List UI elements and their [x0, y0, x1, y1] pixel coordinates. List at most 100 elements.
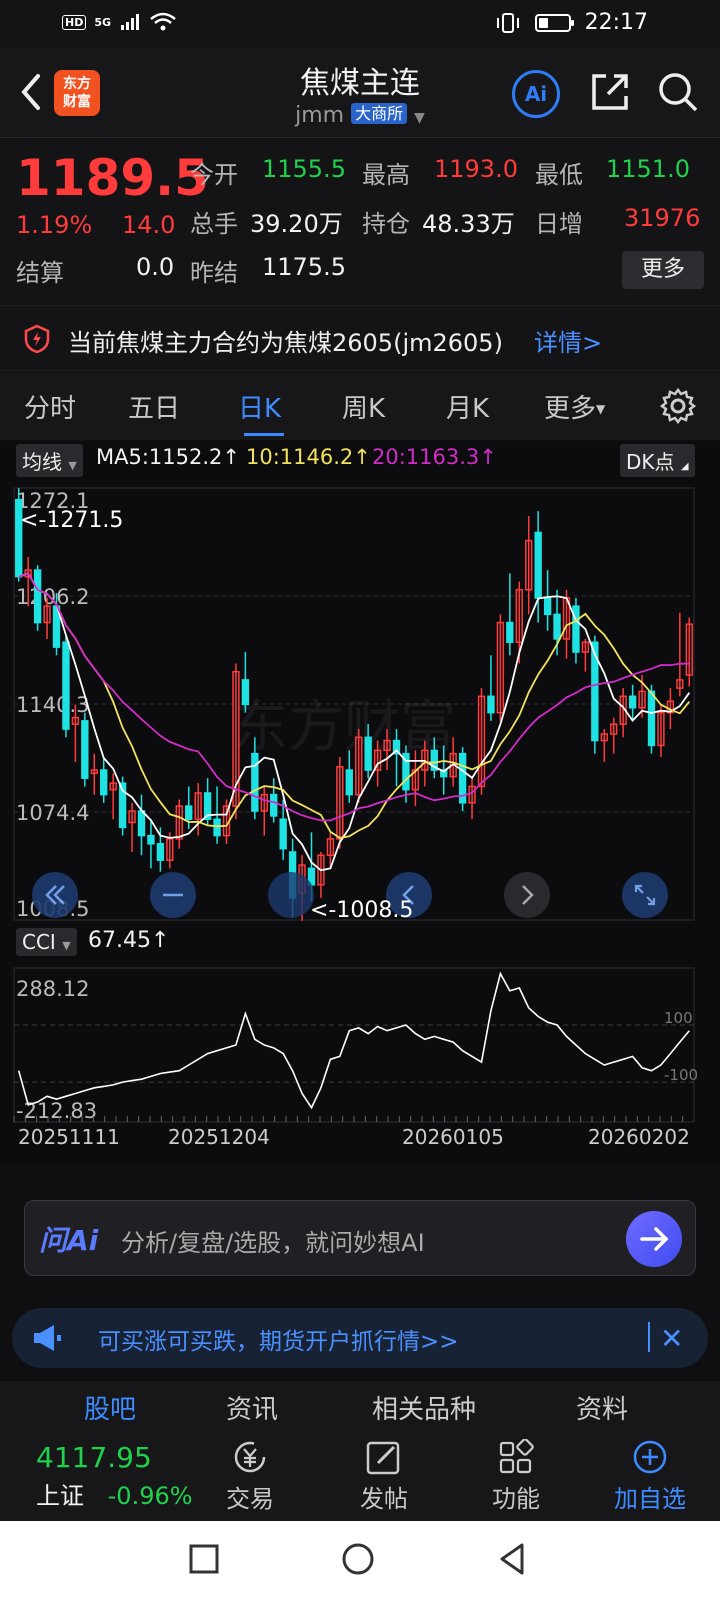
- open-interest-value: 48.33万: [422, 210, 515, 238]
- tab-five-day[interactable]: 五日: [128, 388, 180, 425]
- caret-down-icon: ▼: [62, 939, 71, 952]
- settle-label: 结算: [16, 259, 64, 287]
- tab-profile[interactable]: 资料: [576, 1389, 628, 1426]
- index-name: 上证: [36, 1482, 84, 1510]
- low-label: 最低: [535, 161, 583, 189]
- candle-body: [628, 695, 637, 709]
- y-axis-label: 1074.4: [16, 801, 89, 825]
- tab-more[interactable]: 更多▼: [544, 388, 605, 425]
- more-quote-button[interactable]: 更多: [622, 251, 704, 289]
- cci-selector[interactable]: CCI ▼: [16, 928, 77, 956]
- hd-indicator: HD: [62, 14, 87, 30]
- indicator-selector[interactable]: 均线 ▼: [16, 444, 83, 477]
- tab-intraday[interactable]: 分时: [24, 388, 76, 425]
- ai-assistant-icon[interactable]: Ai: [512, 70, 560, 118]
- ask-ai-submit-button[interactable]: [626, 1211, 682, 1267]
- arrow-right-icon: [640, 1227, 669, 1251]
- candle-body: [543, 597, 552, 616]
- add-watchlist-label: 加自选: [614, 1485, 686, 1513]
- index-ticker[interactable]: 4117.95 上证 -0.96%: [36, 1441, 193, 1511]
- candle-body: [185, 805, 193, 820]
- tab-monthly-k[interactable]: 月K: [446, 388, 489, 425]
- candle-body: [156, 843, 165, 861]
- ask-ai-bar[interactable]: 问Ai 分析/复盘/选股，就问妙想AI: [24, 1200, 696, 1276]
- main-contract-notice[interactable]: 当前焦煤主力合约为焦煤2605(jm2605) 详情>: [0, 305, 720, 371]
- cci-value: 67.45↑: [88, 928, 170, 953]
- candle-body: [100, 769, 108, 796]
- zoom-out-button[interactable]: [150, 872, 196, 918]
- ma10-value: 10:1146.2↑: [246, 445, 371, 469]
- change-percent: 1.19%: [16, 211, 93, 239]
- back-triangle-icon[interactable]: [494, 1541, 530, 1577]
- index-value: 4117.95: [36, 1441, 152, 1474]
- candle-body: [647, 690, 656, 747]
- candle-body: [364, 736, 372, 771]
- candle-body: [534, 531, 542, 599]
- candle-body: [487, 695, 495, 714]
- shield-alert-icon: [24, 324, 50, 354]
- trade-label: 交易: [226, 1485, 274, 1513]
- add-watchlist-button[interactable]: 加自选: [600, 1439, 700, 1514]
- y-axis-label: 1206.2: [16, 585, 89, 609]
- close-icon[interactable]: ✕: [660, 1322, 683, 1355]
- min-price-marker: <-1008.5: [310, 898, 414, 923]
- caret-down-icon: ▼: [596, 402, 606, 416]
- candle-body: [147, 834, 155, 845]
- recents-square-icon[interactable]: [186, 1541, 222, 1577]
- active-tab-indicator: [244, 433, 284, 436]
- dk-point-label: DK点: [626, 450, 675, 474]
- tab-news[interactable]: 资讯: [226, 1389, 278, 1426]
- tab-weekly-k[interactable]: 周K: [342, 388, 385, 425]
- high-value: 1193.0: [434, 155, 518, 183]
- cci-line: [17, 971, 690, 1110]
- tab-related[interactable]: 相关品种: [372, 1389, 476, 1426]
- yuan-exchange-icon: [234, 1441, 266, 1473]
- expand-icon: [634, 884, 656, 906]
- post-button[interactable]: 发帖: [334, 1439, 434, 1514]
- x-axis-label: 20251204: [168, 1125, 270, 1149]
- battery-icon: [534, 13, 574, 32]
- kline-chart[interactable]: 1272.11206.21140.31074.41008.5东方财富: [12, 486, 708, 922]
- status-bar: HD 5G 22:17: [0, 0, 720, 48]
- last-price: 1189.5: [16, 149, 209, 207]
- cci-reference-label: 100: [664, 1009, 693, 1027]
- tab-more-label: 更多: [544, 394, 597, 424]
- change-value: 14.0: [122, 211, 176, 239]
- candle-body: [572, 605, 580, 653]
- search-icon[interactable]: [656, 70, 700, 114]
- exchange-badge: 大商所: [351, 103, 408, 124]
- fullscreen-button[interactable]: [622, 872, 668, 918]
- functions-button[interactable]: 功能: [466, 1439, 566, 1514]
- notice-details-link[interactable]: 详情>: [534, 323, 602, 358]
- promo-banner[interactable]: 可买涨可买跌，期货开户抓行情>> ✕: [12, 1308, 708, 1368]
- open-label: 今开: [190, 161, 238, 189]
- candle-body: [279, 818, 287, 850]
- cci-chart[interactable]: 100-100288.12-212.83: [12, 966, 708, 1130]
- gear-icon[interactable]: [660, 388, 696, 424]
- ask-ai-logo: 问Ai: [39, 1224, 99, 1257]
- open-value: 1155.5: [262, 155, 346, 183]
- dk-point-button[interactable]: DK点 ◢: [620, 444, 695, 477]
- content-tabs: 股吧 资讯 相关品种 资料: [0, 1381, 720, 1431]
- ma5-value: MA5:1152.2↑: [96, 445, 240, 469]
- high-label: 最高: [362, 161, 410, 189]
- zoom-in-button[interactable]: [268, 872, 314, 918]
- trade-button[interactable]: 交易: [200, 1439, 300, 1514]
- notice-text: 当前焦煤主力合约为焦煤2605(jm2605): [68, 329, 503, 357]
- x-axis-label: 20260105: [402, 1125, 504, 1149]
- home-circle-icon[interactable]: [340, 1541, 376, 1577]
- promo-text: 可买涨可买跌，期货开户抓行情>>: [98, 1329, 459, 1355]
- functions-label: 功能: [492, 1485, 540, 1513]
- tab-forum[interactable]: 股吧: [84, 1389, 136, 1426]
- scroll-far-left-button[interactable]: [32, 872, 78, 918]
- scroll-right-button[interactable]: [504, 872, 550, 918]
- vibrate-icon: [496, 12, 519, 33]
- share-icon[interactable]: [588, 70, 632, 114]
- candle-body: [62, 641, 70, 730]
- signal-icon: [121, 14, 140, 30]
- tab-daily-k[interactable]: 日K: [238, 388, 281, 425]
- corner-arrow-icon: ◢: [680, 461, 689, 472]
- volume-value: 39.20万: [250, 210, 343, 238]
- candle-body: [137, 810, 146, 837]
- index-change: -0.96%: [107, 1482, 193, 1510]
